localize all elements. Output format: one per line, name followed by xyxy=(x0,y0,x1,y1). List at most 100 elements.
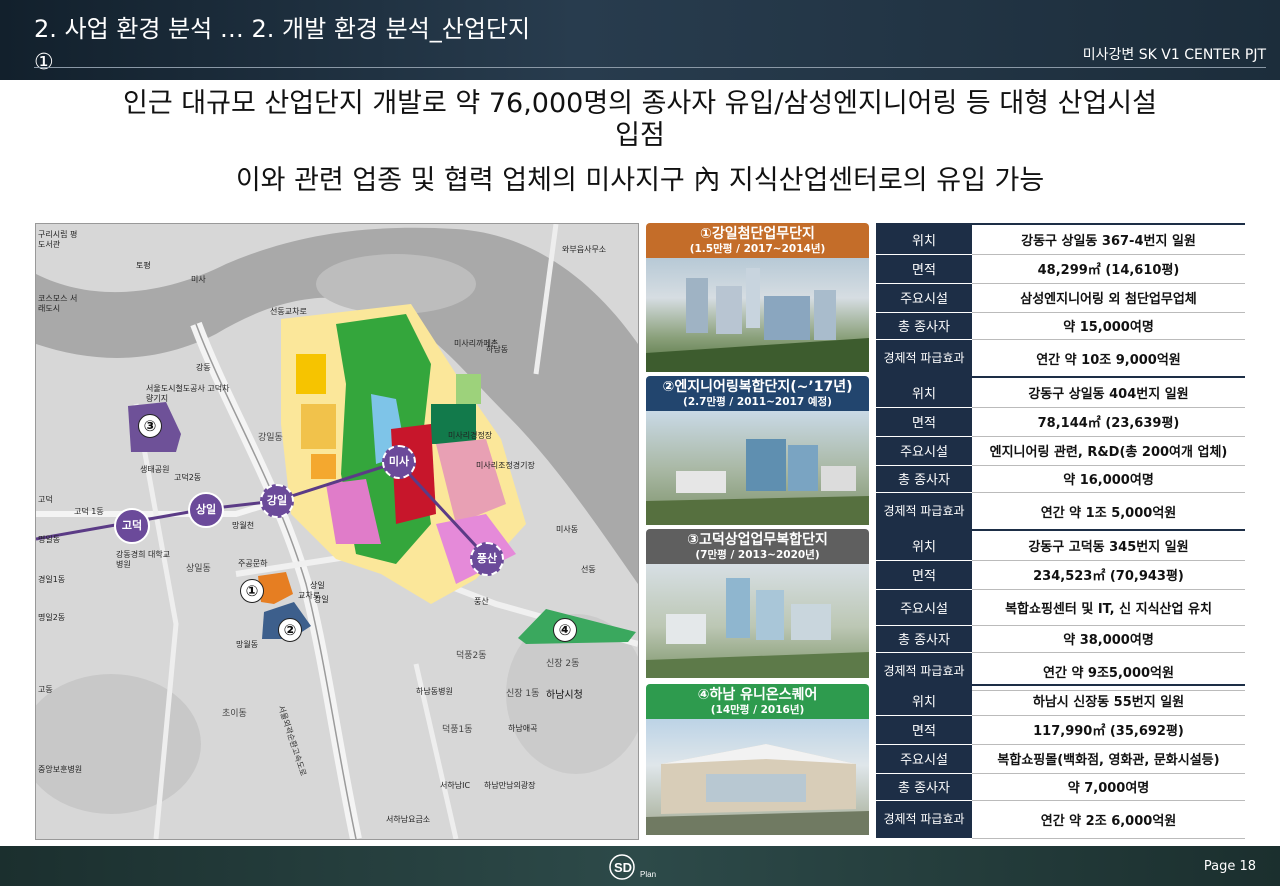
map-label: 강동경희 대학교병원 xyxy=(116,550,171,569)
map-label: 명일2동 xyxy=(38,613,66,622)
row-label: 경제적 파급효과 xyxy=(876,800,972,839)
section-title-number: ① xyxy=(34,50,54,75)
map-label: 풍산 xyxy=(474,597,489,606)
map-label: 고동 xyxy=(38,685,53,694)
map-label: 와부읍사무소 xyxy=(562,245,607,254)
map-label: 구리시립 평도서관 xyxy=(38,230,78,249)
row-label: 위치 xyxy=(876,376,972,408)
complex-1-subtitle: (1.5만평 / 2017~2014년) xyxy=(689,243,826,255)
row-value: 복합쇼핑센터 및 IT, 신 지식산업 유치 xyxy=(972,589,1245,626)
map-label: 선동 xyxy=(581,565,596,574)
row-label: 위치 xyxy=(876,684,972,716)
map-label: 미사동 xyxy=(556,525,579,534)
row-label: 총 종사자 xyxy=(876,625,972,653)
headline-line-2: 입점 xyxy=(615,120,665,151)
row-value: 연간 약 10조 9,000억원 xyxy=(972,339,1245,378)
map-label: 생태공원 xyxy=(140,465,170,474)
row-label: 주요시설 xyxy=(876,589,972,626)
row-value: 하남시 신장동 55번지 일원 xyxy=(972,684,1245,716)
row-label: 위치 xyxy=(876,529,972,561)
station-misa[interactable]: 미사 xyxy=(382,445,416,479)
map-label: 덕풍1동 xyxy=(442,725,473,735)
row-label: 주요시설 xyxy=(876,283,972,313)
complex-2-photo xyxy=(646,411,869,525)
map-label: 미사리경정장 xyxy=(448,431,493,440)
station-gangil[interactable]: 강일 xyxy=(260,484,294,518)
headline-line-1: 인근 대규모 산업단지 개발로 약 76,000명의 종사자 유입/삼성엔지니어… xyxy=(123,88,1157,119)
complex-2-title: ②엔지니어링복합단지(~’17년) xyxy=(662,379,853,395)
row-value: 복합쇼핑몰(백화점, 영화관, 문화시설등) xyxy=(972,744,1245,774)
complex-2-subtitle: (2.7만평 / 2011~2017 예정) xyxy=(683,396,832,408)
row-label: 면적 xyxy=(876,560,972,590)
row-value: 117,990㎡ (35,692평) xyxy=(972,715,1245,745)
svg-text:Plan: Plan xyxy=(640,870,656,879)
sd-plan-logo-mark: SD Plan xyxy=(609,854,656,880)
complex-3-subtitle: (7만평 / 2013~2020년) xyxy=(695,549,820,561)
map-label: 고덕2동 xyxy=(174,473,202,482)
complex-4-label: ④하남 유니온스퀘어 (14만평 / 2016년) xyxy=(646,684,869,719)
row-label: 총 종사자 xyxy=(876,312,972,340)
complex-4-photo xyxy=(646,719,869,835)
map-label: 선동교차로 xyxy=(270,307,307,316)
complex-2-table: 위치 강동구 상일동 404번지 일원 면적 78,144㎡ (23,639평) 주… xyxy=(876,376,1245,531)
complex-1-label: ①강일첨단업무단지 (1.5만평 / 2017~2014년) xyxy=(646,223,869,258)
complex-3-title: ③고덕상업업무복합단지 xyxy=(687,532,828,548)
map-label: 고덕 xyxy=(38,495,53,504)
map-label: 망월천 xyxy=(232,521,255,530)
map-label: 코스모스 서래도시 xyxy=(38,294,78,313)
row-value: 약 7,000여명 xyxy=(972,773,1245,801)
map-label: 명일동 xyxy=(38,535,61,544)
complex-3-label: ③고덕상업업무복합단지 (7만평 / 2013~2020년) xyxy=(646,529,869,564)
map-label: 신장 2동 xyxy=(546,659,580,669)
row-label: 면적 xyxy=(876,407,972,437)
row-value: 삼성엔지니어링 외 첨단업무업체 xyxy=(972,283,1245,313)
row-value: 연간 약 1조 5,000억원 xyxy=(972,492,1245,531)
map-label: 하남만남의광장 xyxy=(484,781,536,790)
row-label: 경제적 파급효과 xyxy=(876,339,972,378)
station-godeok[interactable]: 고덕 xyxy=(114,508,150,544)
project-name: 미사강변 SK V1 CENTER PJT xyxy=(1082,47,1266,63)
row-label: 주요시설 xyxy=(876,436,972,466)
map-label: 강일 xyxy=(314,595,329,604)
map-label: 상일동 xyxy=(186,564,211,574)
row-label: 위치 xyxy=(876,223,972,255)
station-pungsan[interactable]: 풍산 xyxy=(470,542,504,576)
map-label: 초이동 xyxy=(222,709,247,719)
map-label: 신장 1동 xyxy=(506,689,540,699)
marker-3[interactable]: ③ xyxy=(138,414,162,438)
complex-1-table: 위치 강동구 상일동 367-4번지 일원 면적 48,299㎡ (14,610평)… xyxy=(876,223,1245,378)
map-label: 강일동 xyxy=(258,433,283,443)
complex-1-photo xyxy=(646,258,869,372)
site-map: ③ ① ② ④ 고덕 상일 강일 미사 풍산 구리시립 평도서관 토평 와부읍사… xyxy=(35,223,639,840)
map-label: 망월동 xyxy=(236,640,259,649)
row-value: 강동구 고덕동 345번지 일원 xyxy=(972,529,1245,561)
map-label: 덕풍2동 xyxy=(456,651,487,661)
map-label: 강동 xyxy=(196,363,211,372)
map-label: 상일 xyxy=(310,581,325,590)
complex-3-rendering xyxy=(646,578,869,678)
station-sangil[interactable]: 상일 xyxy=(188,492,224,528)
map-label: 하남애곡 xyxy=(508,724,538,733)
map-label: 하남동병원 xyxy=(416,687,453,696)
marker-2[interactable]: ② xyxy=(278,618,302,642)
complex-4-table: 위치 하남시 신장동 55번지 일원 면적 117,990㎡ (35,692평) 주… xyxy=(876,684,1245,839)
row-label: 총 종사자 xyxy=(876,465,972,493)
map-label: 토평 xyxy=(136,261,151,270)
footer-bar: SD Plan Page 18 xyxy=(0,846,1280,886)
map-label: 주공문하 xyxy=(238,559,268,568)
page-number: Page 18 xyxy=(1203,859,1256,874)
marker-1[interactable]: ① xyxy=(240,579,264,603)
complex-3-photo xyxy=(646,564,869,678)
row-value: 약 38,000여명 xyxy=(972,625,1245,653)
marker-4[interactable]: ④ xyxy=(553,618,577,642)
map-label: 서하남IC xyxy=(440,781,471,790)
complex-2-rendering xyxy=(646,439,869,525)
row-label: 경제적 파급효과 xyxy=(876,492,972,531)
map-label: 고덕 1동 xyxy=(74,507,104,516)
row-label: 주요시설 xyxy=(876,744,972,774)
row-value: 약 15,000여명 xyxy=(972,312,1245,340)
row-value: 234,523㎡ (70,943평) xyxy=(972,560,1245,590)
row-value: 약 16,000여명 xyxy=(972,465,1245,493)
header-divider xyxy=(34,67,1266,68)
row-value: 78,144㎡ (23,639평) xyxy=(972,407,1245,437)
